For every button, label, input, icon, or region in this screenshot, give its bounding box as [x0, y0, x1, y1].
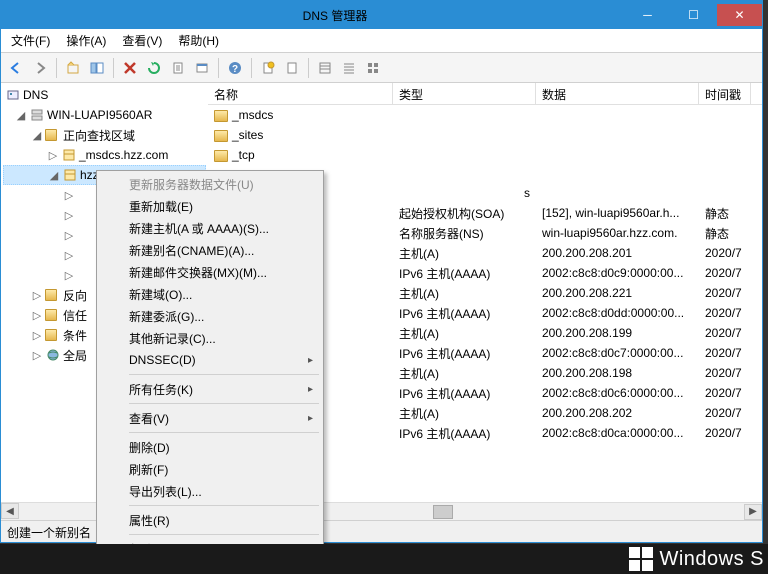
context-menu: 更新服务器数据文件(U) 重新加载(E) 新建主机(A 或 AAAA)(S)..… — [96, 170, 324, 563]
tree-rev-label: 反向 — [63, 287, 87, 304]
refresh-icon[interactable] — [143, 57, 165, 79]
cm-refresh[interactable]: 刷新(F) — [99, 458, 321, 480]
tree-server[interactable]: ◢ WIN-LUAPI9560AR — [3, 105, 206, 125]
minimize-button[interactable]: ─ — [625, 4, 670, 26]
help-icon[interactable]: ? — [224, 57, 246, 79]
windows-logo-icon — [629, 547, 653, 571]
list-item-folder[interactable]: _sites — [208, 125, 762, 145]
cm-new-cname[interactable]: 新建别名(CNAME)(A)... — [99, 239, 321, 261]
tree-fwd-zone[interactable]: ◢ 正向查找区域 — [3, 125, 206, 145]
large-icons-icon[interactable] — [362, 57, 384, 79]
scroll-right-icon[interactable]: ▶ — [744, 504, 762, 520]
filter-icon[interactable] — [257, 57, 279, 79]
menu-help[interactable]: 帮助(H) — [172, 30, 225, 51]
cm-properties[interactable]: 属性(R) — [99, 509, 321, 531]
expander-icon[interactable]: ◢ — [13, 109, 29, 122]
folder-icon — [45, 127, 61, 143]
expander-icon[interactable]: ▷ — [45, 149, 61, 162]
tree-root-label: DNS — [23, 88, 48, 102]
show-hide-tree-icon[interactable] — [86, 57, 108, 79]
cm-dnssec[interactable]: DNSSEC(D) — [99, 349, 321, 371]
expander-icon[interactable]: ◢ — [46, 169, 62, 182]
maximize-button[interactable]: ☐ — [671, 4, 716, 26]
properties-icon[interactable] — [191, 57, 213, 79]
forward-icon[interactable] — [29, 57, 51, 79]
cm-new-delegation[interactable]: 新建委派(G)... — [99, 305, 321, 327]
server-icon — [29, 107, 45, 123]
tree-root-dns[interactable]: DNS — [3, 85, 206, 105]
tree-trust-label: 信任 — [63, 307, 87, 324]
up-icon[interactable] — [62, 57, 84, 79]
brand-text: Windows S — [659, 548, 764, 571]
export-icon[interactable] — [167, 57, 189, 79]
cm-export[interactable]: 导出列表(L)... — [99, 480, 321, 502]
cm-new-host[interactable]: 新建主机(A 或 AAAA)(S)... — [99, 217, 321, 239]
titlebar: DNS 管理器 ─ ☐ ✕ — [1, 1, 762, 29]
back-icon[interactable] — [5, 57, 27, 79]
col-name[interactable]: 名称 — [208, 83, 393, 104]
cm-separator — [129, 403, 319, 404]
expander-icon[interactable]: ◢ — [29, 129, 45, 142]
list-view-icon[interactable] — [314, 57, 336, 79]
menubar: 文件(F) 操作(A) 查看(V) 帮助(H) — [1, 29, 762, 53]
list-item-folder[interactable]: _tcp — [208, 145, 762, 165]
scroll-thumb[interactable] — [433, 505, 453, 519]
cm-all-tasks[interactable]: 所有任务(K) — [99, 378, 321, 400]
menu-view[interactable]: 查看(V) — [116, 30, 168, 51]
cm-separator — [129, 374, 319, 375]
menu-action[interactable]: 操作(A) — [60, 30, 112, 51]
col-data[interactable]: 数据 — [536, 83, 699, 104]
dns-icon — [5, 87, 21, 103]
delete-icon[interactable] — [119, 57, 141, 79]
list-item-folder[interactable]: _msdcs — [208, 105, 762, 125]
cm-separator — [129, 505, 319, 506]
taskbar: Windows S — [0, 544, 768, 574]
zone-icon — [62, 167, 78, 183]
add-record-icon[interactable] — [281, 57, 303, 79]
tree-server-label: WIN-LUAPI9560AR — [47, 108, 152, 122]
cm-new-mx[interactable]: 新建邮件交换器(MX)(M)... — [99, 261, 321, 283]
tree-cond-label: 条件 — [63, 327, 87, 344]
tree-global-label: 全局 — [63, 347, 87, 364]
cm-reload[interactable]: 重新加载(E) — [99, 195, 321, 217]
col-type[interactable]: 类型 — [393, 83, 536, 104]
details-view-icon[interactable] — [338, 57, 360, 79]
close-button[interactable]: ✕ — [717, 4, 762, 26]
cm-delete[interactable]: 删除(D) — [99, 436, 321, 458]
window-title: DNS 管理器 — [46, 7, 624, 24]
cm-other-records[interactable]: 其他新记录(C)... — [99, 327, 321, 349]
tree-zone-msdcs[interactable]: ▷ _msdcs.hzz.com — [3, 145, 206, 165]
cm-update-file: 更新服务器数据文件(U) — [99, 173, 321, 195]
tree-fwd-label: 正向查找区域 — [63, 127, 135, 144]
col-ts[interactable]: 时间戳 — [699, 83, 751, 104]
list-header: 名称 类型 数据 时间戳 — [208, 83, 762, 105]
zone-icon — [61, 147, 77, 163]
cm-view[interactable]: 查看(V) — [99, 407, 321, 429]
scroll-left-icon[interactable]: ◀ — [1, 503, 19, 519]
globe-icon — [45, 347, 61, 363]
svg-text:?: ? — [232, 64, 238, 75]
menu-file[interactable]: 文件(F) — [5, 30, 56, 51]
cm-separator — [129, 432, 319, 433]
cm-new-domain[interactable]: 新建域(O)... — [99, 283, 321, 305]
toolbar: ? — [1, 53, 762, 83]
tree-msdcs-label: _msdcs.hzz.com — [79, 148, 168, 162]
cm-separator — [129, 534, 319, 535]
status-text: 创建一个新别名 — [7, 526, 91, 540]
